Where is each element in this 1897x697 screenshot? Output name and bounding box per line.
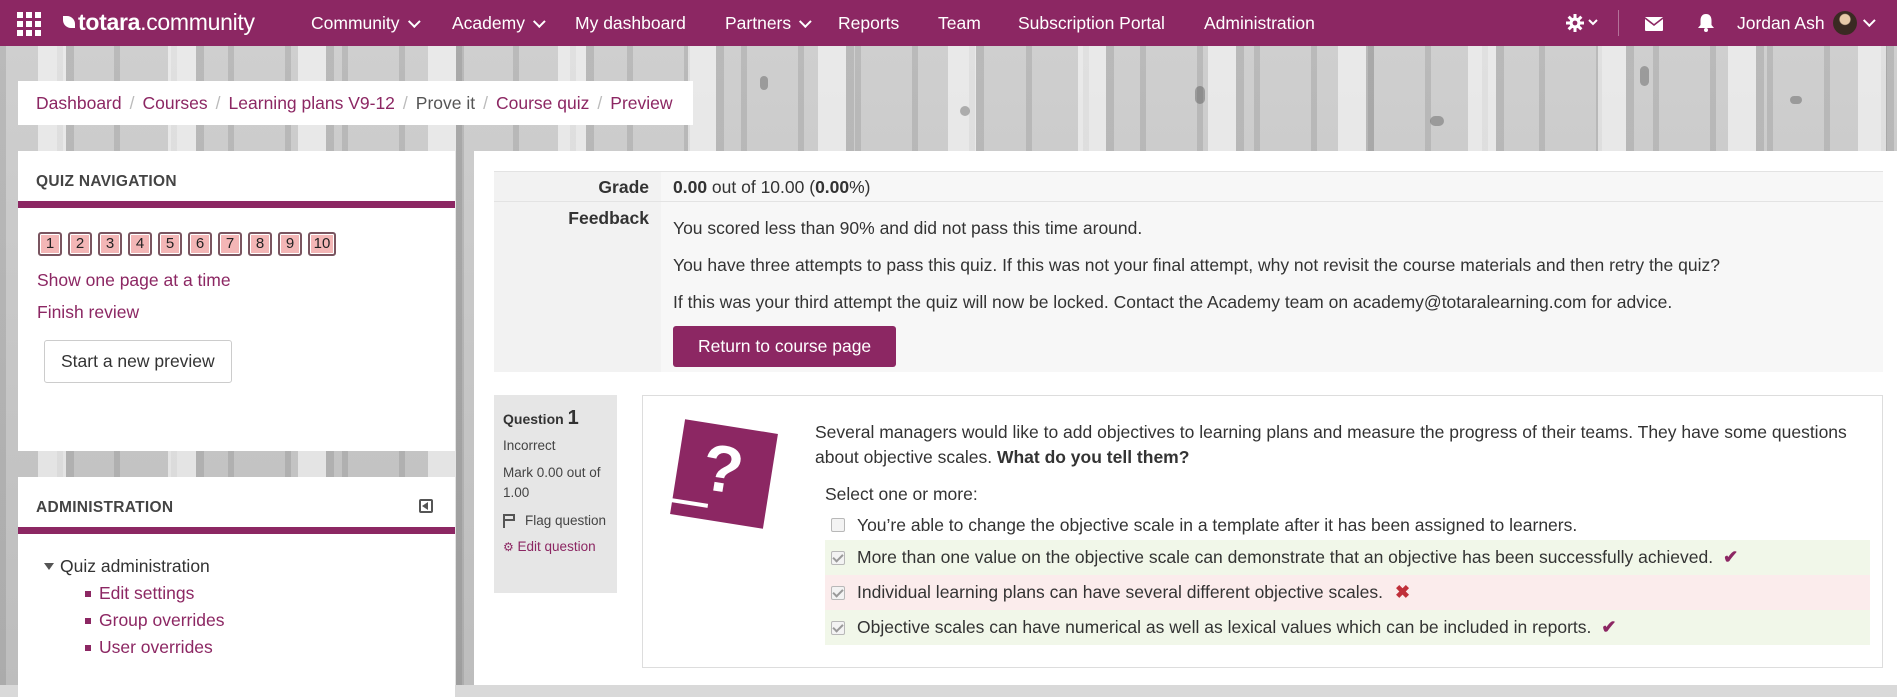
feedback-line: You have three attempts to pass this qui…	[673, 255, 1720, 275]
question-content: ? Several managers would like to add obj…	[642, 395, 1883, 668]
main-region: Grade 0.00 out of 10.00 (0.00%) Feedback…	[474, 151, 1897, 685]
flag-icon	[503, 514, 519, 528]
gear-icon: ⚙	[503, 540, 514, 554]
quiz-navigation-title: QUIZ NAVIGATION	[36, 173, 177, 190]
edit-question-link[interactable]: ⚙ Edit question	[503, 539, 617, 554]
tree-quiz-administration[interactable]: Quiz administration	[44, 556, 455, 577]
question-button-6[interactable]: 6	[188, 232, 212, 256]
flag-question[interactable]: Flag question	[503, 511, 617, 531]
question-button-9[interactable]: 9	[278, 232, 302, 256]
question-button-2[interactable]: 2	[68, 232, 92, 256]
grade-label: Grade	[494, 171, 661, 202]
question-button-7[interactable]: 7	[218, 232, 242, 256]
answer-option: Objective scales can have numerical as w…	[825, 610, 1870, 645]
breadcrumb: Dashboard / Courses / Learning plans V9-12…	[18, 81, 693, 125]
breadcrumb-course-quiz[interactable]: Course quiz	[496, 93, 589, 114]
administration-block: ADMINISTRATION Quiz administration Edit …	[18, 477, 455, 697]
feedback-label: Feedback	[494, 202, 661, 372]
feedback-line: You scored less than 90% and did not pas…	[673, 218, 1143, 238]
question-mark-icon: ?	[669, 419, 778, 529]
answer-option: More than one value on the objective sca…	[825, 540, 1870, 575]
question-button-8[interactable]: 8	[248, 232, 272, 256]
finish-review-link[interactable]: Finish review	[37, 302, 455, 323]
caret-down-icon	[44, 563, 54, 570]
return-to-course-button[interactable]: Return to course page	[673, 326, 897, 367]
question-mark: Mark 0.00 out of 1.00	[503, 465, 601, 500]
grade-value: 0.00 out of 10.00 (0.00%)	[661, 171, 1883, 202]
admin-user-overrides[interactable]: User overrides	[85, 637, 455, 658]
avatar[interactable]	[1833, 11, 1857, 35]
correct-check-icon: ✔	[1723, 547, 1739, 567]
answer-checkbox[interactable]	[831, 620, 845, 635]
answer-prompt: Select one or more:	[825, 484, 978, 504]
question-button-10[interactable]: 10	[308, 232, 336, 256]
answer-option: Individual learning plans can have sever…	[825, 575, 1870, 610]
gear-icon[interactable]	[1566, 12, 1602, 39]
admin-group-overrides[interactable]: Group overrides	[85, 610, 455, 631]
answer-checkbox[interactable]	[831, 550, 845, 565]
answer-option: You’re able to change the objective scal…	[825, 510, 1870, 540]
quiz-review-summary: Grade 0.00 out of 10.00 (0.00%) Feedback…	[494, 171, 1883, 372]
nav-academy[interactable]: Academy	[452, 13, 546, 34]
answer-checkbox[interactable]	[831, 585, 845, 600]
show-one-page-link[interactable]: Show one page at a time	[37, 270, 455, 291]
bell-icon[interactable]	[1697, 13, 1715, 37]
breadcrumb-learning-plans[interactable]: Learning plans V9-12	[229, 93, 395, 114]
question-state: Incorrect	[503, 438, 556, 453]
feedback-text: You scored less than 90% and did not pas…	[661, 202, 1883, 372]
question-text: Several managers would like to add objec…	[815, 422, 1847, 467]
breadcrumb-prove-it: Prove it	[415, 92, 476, 113]
nav-reports[interactable]: Reports	[838, 13, 899, 34]
grid-menu-icon[interactable]	[17, 12, 41, 36]
nav-partners[interactable]: Partners	[725, 13, 812, 34]
incorrect-cross-icon: ✖	[1394, 582, 1411, 602]
answer-checkbox[interactable]	[831, 518, 845, 532]
nav-my-dashboard[interactable]: My dashboard	[575, 13, 686, 34]
top-navbar: totara.community Community Academy My da…	[0, 0, 1897, 46]
admin-edit-settings[interactable]: Edit settings	[85, 583, 455, 604]
site-logo[interactable]: totara.community	[63, 9, 255, 36]
envelope-icon[interactable]	[1644, 15, 1664, 36]
breadcrumb-preview[interactable]: Preview	[610, 93, 672, 114]
feedback-line: If this was your third attempt the quiz …	[673, 292, 1673, 312]
nav-community[interactable]: Community	[311, 13, 421, 34]
question-info: Question 1 Incorrect Mark 0.00 out of 1.…	[494, 395, 617, 593]
question-button-5[interactable]: 5	[158, 232, 182, 256]
nav-team[interactable]: Team	[938, 13, 981, 34]
correct-check-icon: ✔	[1601, 617, 1617, 637]
dock-block-icon[interactable]	[419, 499, 433, 513]
question-button-4[interactable]: 4	[128, 232, 152, 256]
answer-list: You’re able to change the objective scal…	[825, 510, 1870, 645]
question-button-1[interactable]: 1	[38, 232, 62, 256]
quiz-navigation-block: QUIZ NAVIGATION 1 2 3 4 5 6 7 8 9 10 Sho…	[18, 151, 455, 451]
question-buttons: 1 2 3 4 5 6 7 8 9 10	[18, 208, 455, 256]
breadcrumb-dashboard[interactable]: Dashboard	[36, 93, 122, 114]
question-number: Question 1	[503, 407, 579, 429]
start-new-preview-button[interactable]: Start a new preview	[44, 340, 232, 383]
nav-administration[interactable]: Administration	[1204, 13, 1315, 34]
administration-title: ADMINISTRATION	[36, 499, 174, 516]
chevron-down-icon[interactable]	[1862, 12, 1876, 33]
user-menu[interactable]: Jordan Ash	[1737, 13, 1825, 34]
nav-subscription-portal[interactable]: Subscription Portal	[1018, 13, 1165, 34]
breadcrumb-courses[interactable]: Courses	[143, 93, 208, 114]
question-button-3[interactable]: 3	[98, 232, 122, 256]
